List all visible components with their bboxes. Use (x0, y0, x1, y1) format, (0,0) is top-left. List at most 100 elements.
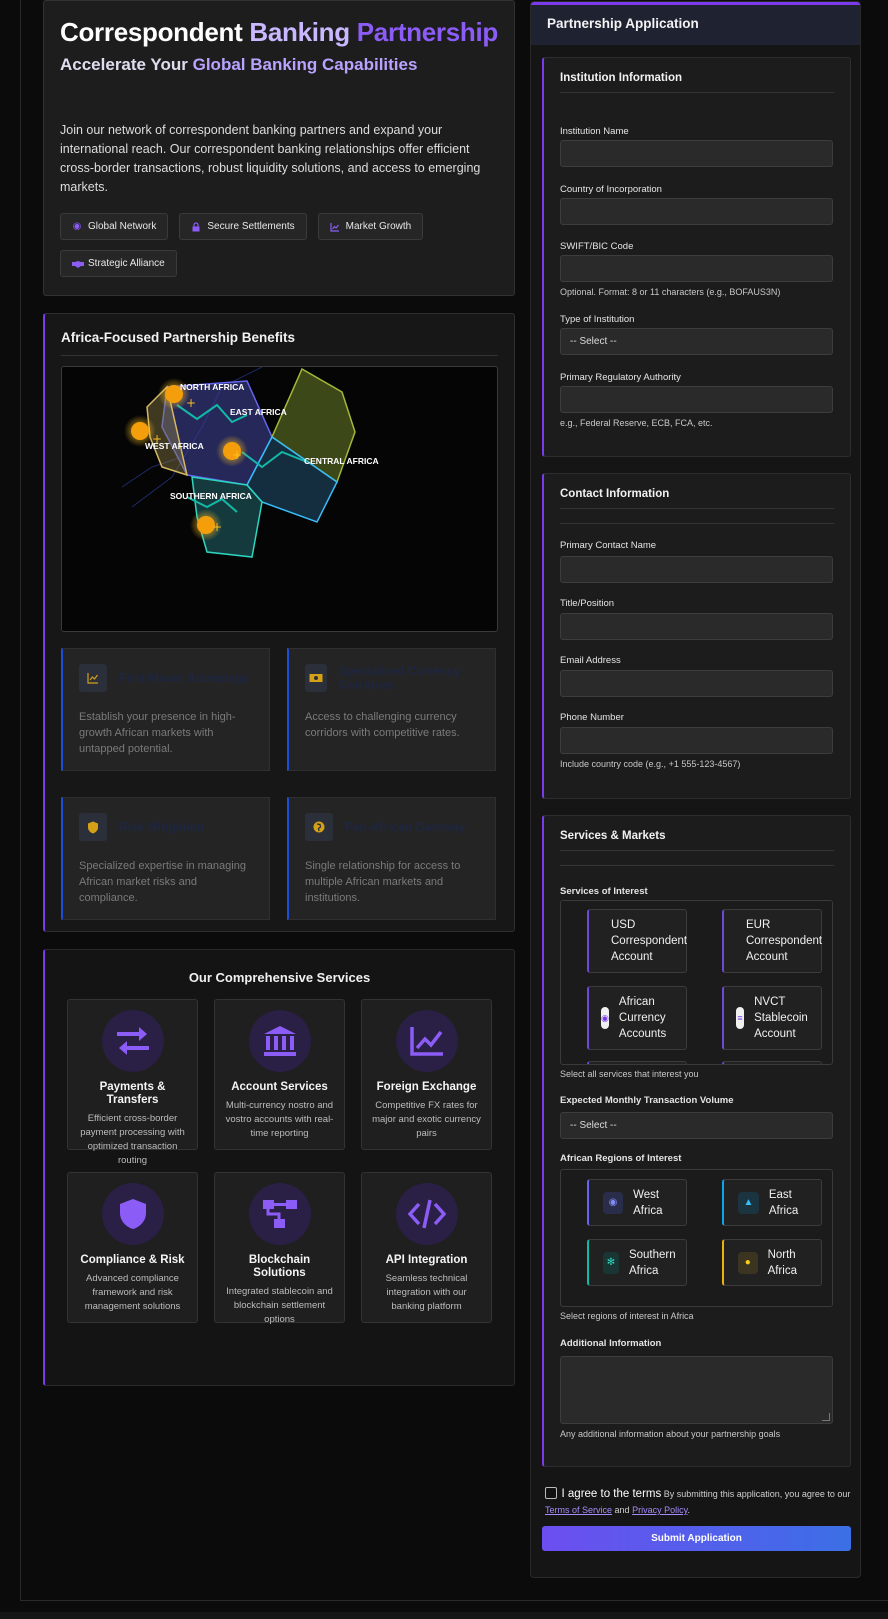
page-footer-strip (0, 1612, 888, 1619)
shield-icon (79, 813, 107, 841)
country-input[interactable] (560, 198, 833, 225)
service-text: Competitive FX rates for major and exoti… (372, 1100, 481, 1139)
region-east-africa[interactable]: ▲ East Africa (722, 1179, 822, 1226)
services-hint: Select all services that interest you (560, 1069, 699, 1079)
email-field[interactable] (560, 670, 833, 697)
contact-title-label: Title/Position (560, 598, 615, 609)
agree-period: . (687, 1505, 690, 1515)
frame-border-bottom (20, 1600, 888, 1601)
service-text: Efficient cross-border payment processin… (80, 1113, 185, 1166)
hero-tags: ◉ Global Network Secure Settlements Marke… (60, 213, 500, 277)
option-african-currency[interactable]: ◉ African Currency Accounts (587, 986, 687, 1050)
phone-hint: Include country code (e.g., +1 555-123-4… (560, 759, 741, 769)
additional-info-label: Additional Information (560, 1338, 662, 1349)
volume-select[interactable]: -- Select -- (560, 1112, 833, 1139)
phone-field[interactable] (560, 727, 833, 754)
regulator-label: Primary Regulatory Authority (560, 372, 681, 383)
agree-checkbox[interactable] (545, 1487, 557, 1499)
privacy-policy-link[interactable]: Privacy Policy (632, 1505, 687, 1515)
service-card-accounts: Account Services Multi-currency nostro a… (214, 999, 345, 1150)
hero-section: Correspondent Banking Partnership Accele… (43, 0, 515, 296)
globe-africa-icon (305, 813, 333, 841)
contact-title: Contact Information (560, 488, 834, 509)
regions-hint: Select regions of interest in Africa (560, 1311, 694, 1321)
agree-label: I agree to the terms (561, 1488, 662, 1500)
region-label: North Africa (767, 1248, 797, 1277)
region-label: West Africa (633, 1188, 663, 1217)
contact-name-input[interactable] (560, 556, 833, 583)
map-label-east: EAST AFRICA (230, 407, 287, 417)
option-label: African Currency Accounts (618, 996, 667, 1040)
institution-fieldset: Institution Information Institution Name… (542, 57, 851, 457)
benefits-title: Africa-Focused Partnership Benefits (61, 330, 498, 356)
compass-icon: ◉ (603, 1191, 624, 1214)
option-partial[interactable] (587, 1061, 687, 1064)
divider (560, 865, 834, 866)
services-grid: Payments & Transfers Efficient cross-bor… (67, 999, 492, 1325)
services-section: Our Comprehensive Services Payments & Tr… (43, 949, 515, 1386)
option-label: EUR Correspondent Account (746, 919, 823, 963)
agree-text: By submitting this application, you agre… (663, 1489, 851, 1499)
service-text: Seamless technical integration with our … (385, 1273, 468, 1312)
region-label: East Africa (768, 1188, 799, 1217)
divider (560, 523, 834, 524)
terms-of-service-link[interactable]: Terms of Service (545, 1505, 612, 1515)
coins-icon: ≡ (736, 1007, 745, 1029)
blockchain-nodes-icon (248, 1183, 311, 1245)
volume-label: Expected Monthly Transaction Volume (560, 1095, 734, 1106)
contact-title-input[interactable] (560, 613, 833, 640)
service-title: API Integration (385, 1254, 468, 1266)
markets-title: Services & Markets (560, 830, 834, 851)
additional-info-textarea[interactable] (560, 1356, 833, 1424)
money-bill-icon (305, 664, 327, 692)
chart-line-icon (330, 222, 340, 232)
map-label-north: NORTH AFRICA (180, 382, 244, 392)
contact-name-label: Primary Contact Name (560, 540, 657, 551)
option-nvct-stablecoin[interactable]: ≡ NVCT Stablecoin Account (722, 986, 822, 1050)
service-text: Advanced compliance framework and risk m… (84, 1273, 181, 1312)
option-usd-account[interactable]: USD Correspondent Account (587, 909, 687, 973)
map-label-west: WEST AFRICA (145, 441, 204, 451)
partnership-application-panel: Partnership Application Institution Info… (530, 1, 861, 1578)
terms-agreement: I agree to the terms By submitting this … (545, 1486, 851, 1518)
additional-info-hint: Any additional information about your pa… (560, 1429, 781, 1439)
swift-input[interactable] (560, 255, 833, 282)
application-header: Partnership Application (531, 5, 860, 45)
chart-line-icon (395, 1010, 458, 1072)
region-west-africa[interactable]: ◉ West Africa (587, 1179, 687, 1226)
service-card-fx: Foreign Exchange Competitive FX rates fo… (361, 999, 492, 1150)
option-label: USD Correspondent Account (611, 919, 688, 963)
title-part-1: Correspondent (60, 17, 250, 47)
title-part-3: Partnership (356, 17, 498, 47)
option-eur-account[interactable]: EUR Correspondent Account (722, 909, 822, 973)
benefit-card-risk-mitigation: Risk Mitigation Specialized expertise in… (61, 797, 270, 920)
subtitle-part-1: Accelerate Your (60, 55, 193, 74)
svg-text:+: + (212, 520, 222, 534)
option-partial[interactable] (722, 1061, 822, 1064)
gear-icon: ✻ (603, 1251, 619, 1274)
benefit-card-pan-african: Pan-African Gateway Single relationship … (287, 797, 496, 920)
option-label: NVCT Stablecoin Account (754, 996, 808, 1040)
map-label-southern: SOUTHERN AFRICA (170, 491, 252, 501)
tag-global-network: ◉ Global Network (60, 213, 169, 240)
benefit-text: Access to challenging currency corridors… (305, 711, 460, 739)
phone-label: Phone Number (560, 712, 624, 723)
service-title: Payments & Transfers (99, 1081, 166, 1106)
globe-icon: ◉ (72, 220, 82, 232)
institution-type-select[interactable]: -- Select -- (560, 328, 833, 355)
resize-handle[interactable] (822, 1413, 830, 1421)
africa-benefits-section: Africa-Focused Partnership Benefits + + … (43, 313, 515, 932)
regulator-input[interactable] (560, 386, 833, 413)
services-of-interest-label: Services of Interest (560, 886, 648, 897)
service-card-compliance: Compliance & Risk Advanced compliance fr… (67, 1172, 198, 1323)
agree-and: and (614, 1505, 630, 1515)
institution-name-input[interactable] (560, 140, 833, 167)
region-southern-africa[interactable]: ✻ Southern Africa (587, 1239, 687, 1286)
page-title: Correspondent Banking Partnership (60, 15, 498, 49)
service-text: Integrated stablecoin and blockchain set… (226, 1286, 333, 1325)
tag-label: Market Growth (345, 221, 412, 232)
submit-application-button[interactable]: Submit Application (542, 1526, 851, 1551)
service-card-payments: Payments & Transfers Efficient cross-bor… (67, 999, 198, 1166)
region-north-africa[interactable]: ● North Africa (722, 1239, 822, 1286)
hero-description: Join our network of correspondent bankin… (60, 123, 481, 194)
